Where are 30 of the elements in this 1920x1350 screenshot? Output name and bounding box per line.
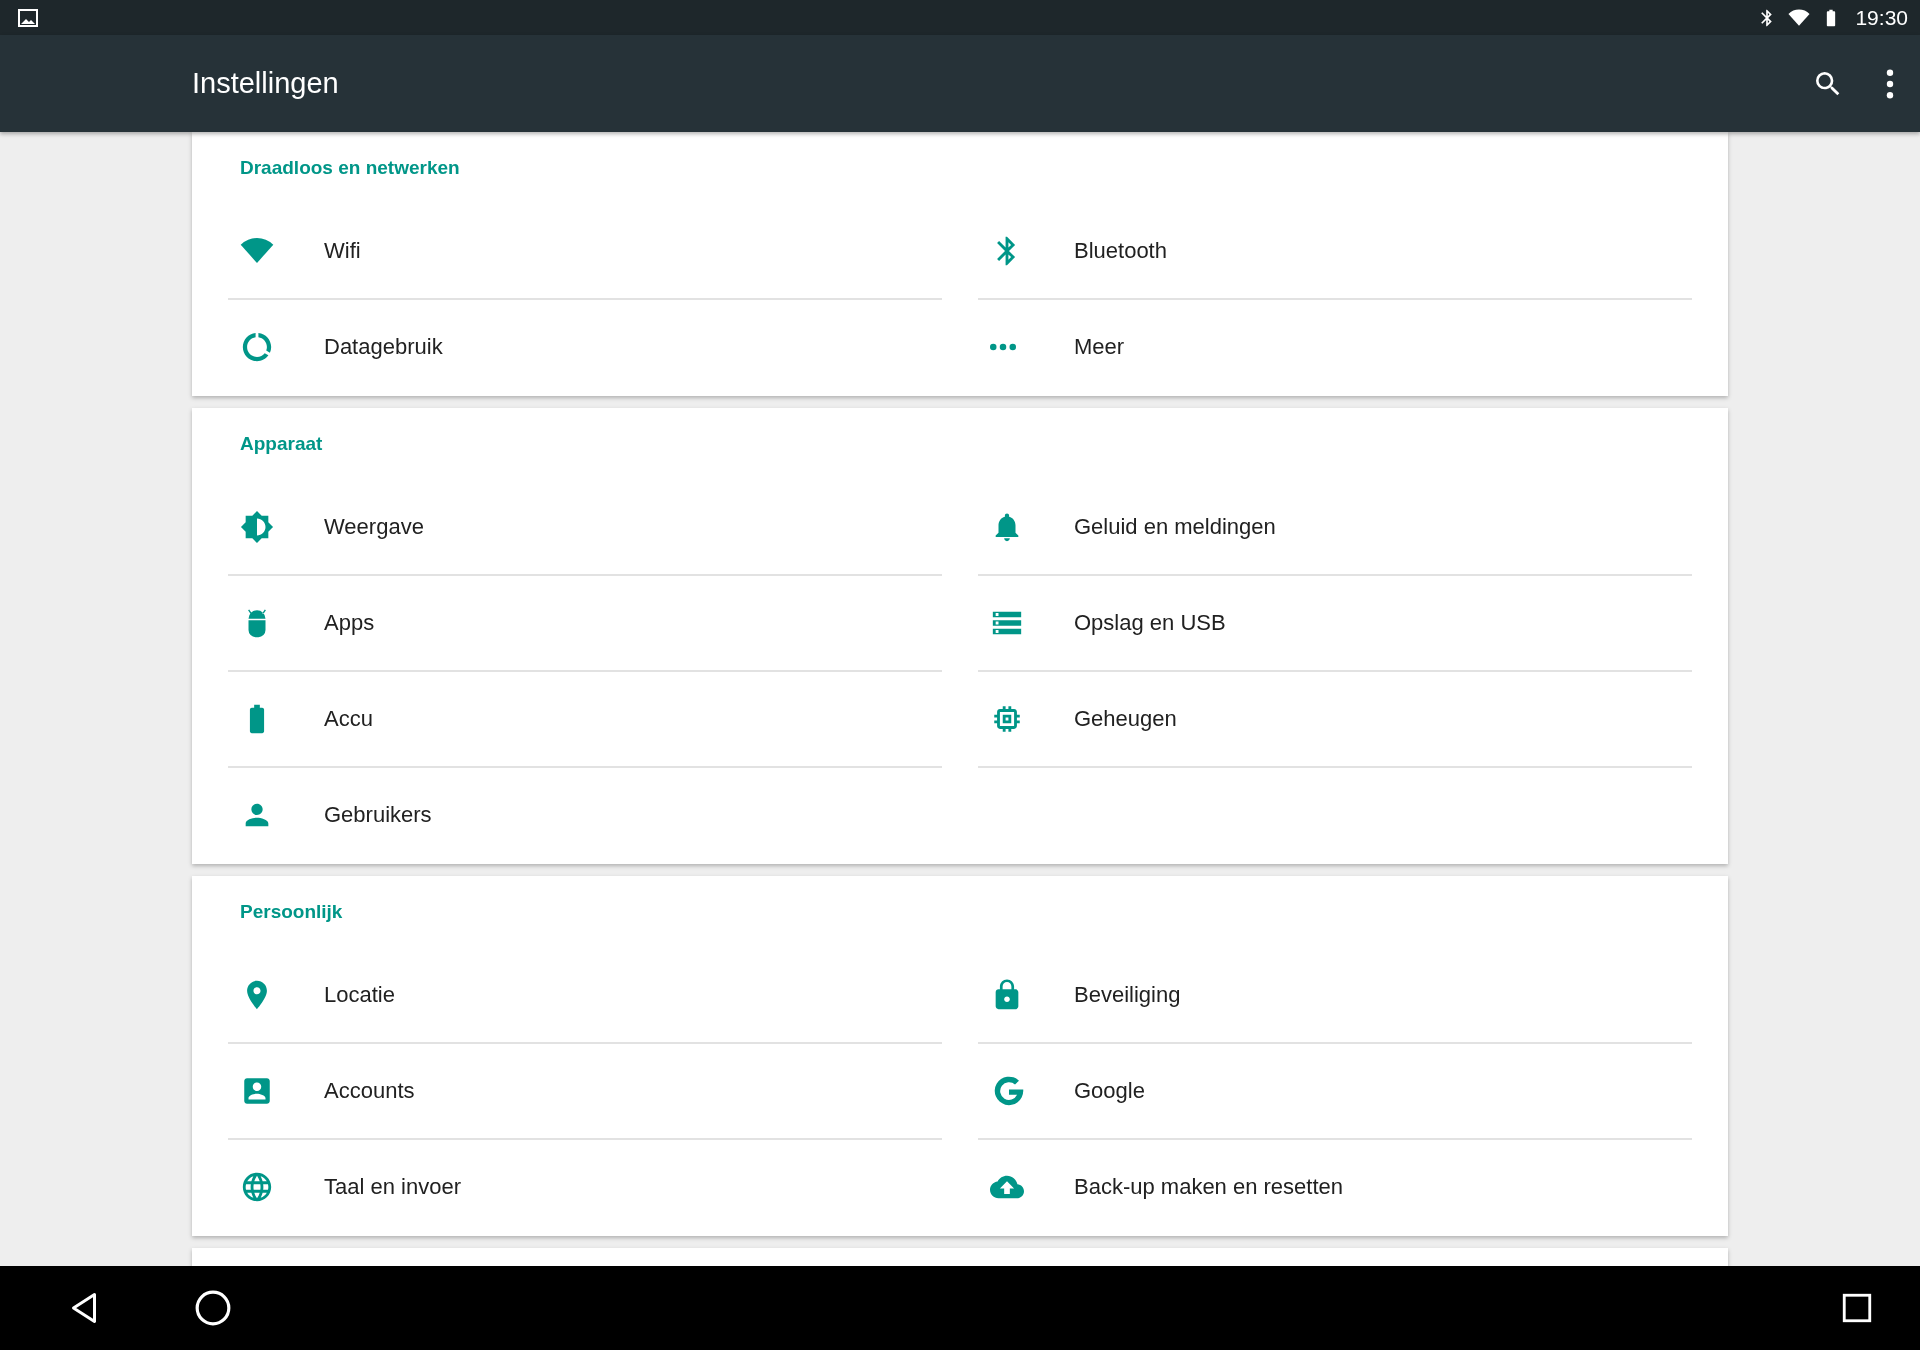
setting-label[interactable]: Accu bbox=[324, 706, 373, 732]
brightness-icon bbox=[240, 510, 274, 544]
setting-label[interactable]: Geheugen bbox=[1074, 706, 1177, 732]
setting-label[interactable]: Locatie bbox=[324, 982, 395, 1008]
section-header: Persoonlijk bbox=[240, 901, 343, 923]
globe-icon bbox=[240, 1170, 274, 1204]
setting-label[interactable]: Back-up maken en resetten bbox=[1074, 1174, 1344, 1200]
section-header: Draadloos en netwerken bbox=[240, 157, 460, 179]
setting-label[interactable]: Weergave bbox=[324, 514, 424, 540]
setting-label[interactable]: Beveiliging bbox=[1074, 982, 1181, 1008]
setting-label[interactable]: Opslag en USB bbox=[1074, 610, 1226, 636]
image-icon bbox=[18, 8, 38, 27]
home-icon bbox=[194, 1289, 232, 1327]
menu-dots-icon bbox=[1886, 67, 1894, 100]
status-time: 19:30 bbox=[1855, 5, 1908, 30]
setting-label[interactable]: Google bbox=[1074, 1078, 1145, 1104]
setting-label[interactable]: Apps bbox=[324, 610, 375, 636]
setting-label[interactable]: Bluetooth bbox=[1074, 238, 1167, 264]
ring-icon bbox=[240, 330, 274, 364]
setting-label[interactable]: Accounts bbox=[324, 1078, 415, 1104]
section-header: Apparaat bbox=[240, 433, 323, 455]
setting-label[interactable]: Geluid en meldingen bbox=[1074, 514, 1276, 540]
setting-label[interactable]: Taal en invoer bbox=[324, 1174, 461, 1200]
recents-icon bbox=[1840, 1291, 1874, 1325]
dots-icon bbox=[990, 343, 1016, 351]
app-title: Instellingen bbox=[192, 67, 340, 100]
setting-label[interactable]: Gebruikers bbox=[324, 802, 432, 828]
setting-label[interactable]: Datagebruik bbox=[324, 334, 443, 360]
setting-label[interactable]: Wifi bbox=[324, 238, 361, 264]
setting-label[interactable]: Meer bbox=[1074, 334, 1125, 360]
